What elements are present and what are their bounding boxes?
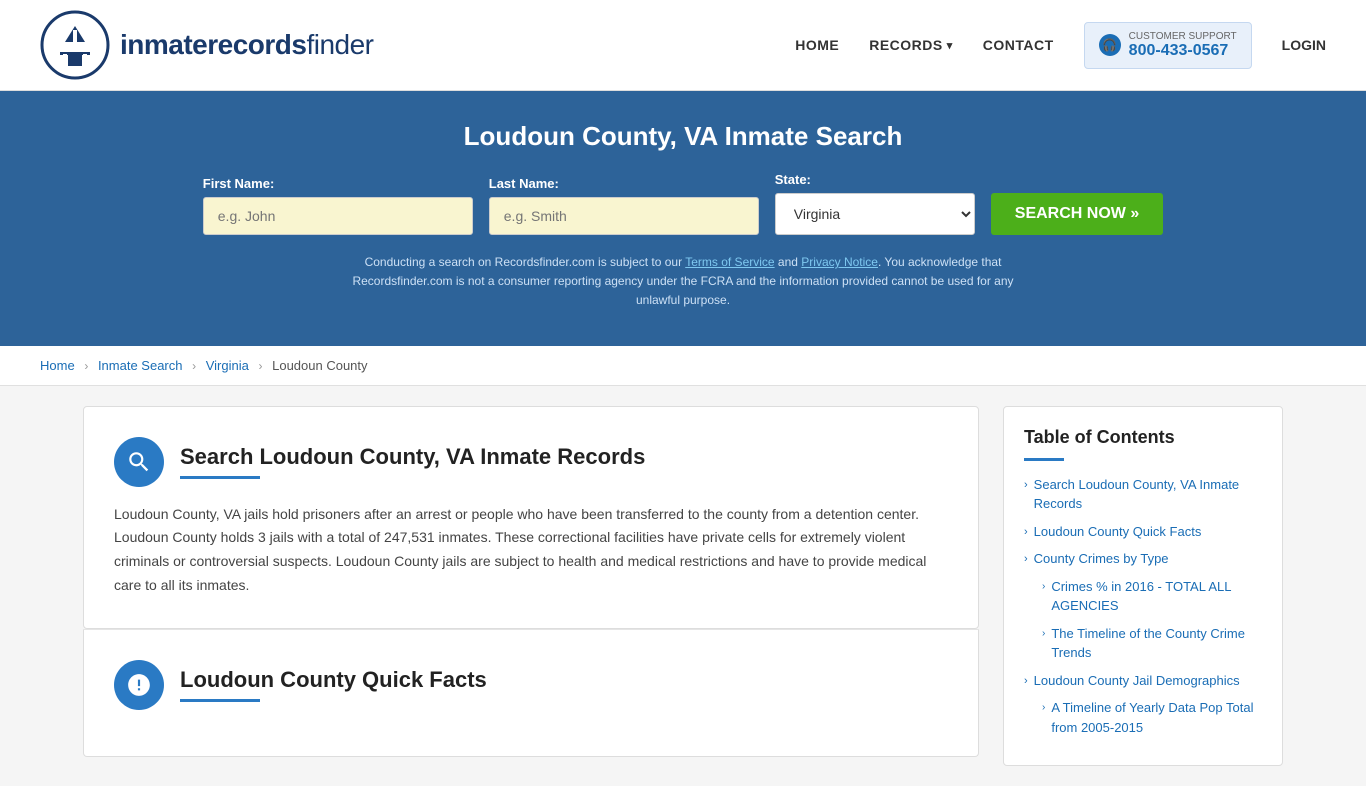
breadcrumb-current: Loudoun County <box>272 358 367 373</box>
toc-link-6[interactable]: › Loudoun County Jail Demographics <box>1024 671 1262 691</box>
hero-title: Loudoun County, VA Inmate Search <box>40 121 1326 152</box>
logo-icon <box>40 10 110 80</box>
support-info: CUSTOMER SUPPORT 800-433-0567 <box>1129 31 1237 60</box>
headset-icon: 🎧 <box>1099 34 1121 56</box>
hero-section: Loudoun County, VA Inmate Search First N… <box>0 91 1366 346</box>
quick-facts-card: Loudoun County Quick Facts <box>83 630 979 757</box>
toc-link-2[interactable]: › Loudoun County Quick Facts <box>1024 522 1262 542</box>
toc-title: Table of Contents <box>1024 427 1262 448</box>
last-name-label: Last Name: <box>489 176 759 191</box>
quick-facts-icon-circle <box>114 660 164 710</box>
toc-item-2: › Loudoun County Quick Facts <box>1024 522 1262 542</box>
state-group: State: Virginia Alabama Alaska Californi… <box>775 172 975 235</box>
toc-item-7: › A Timeline of Yearly Data Pop Total fr… <box>1042 698 1262 737</box>
records-chevron-icon: ▾ <box>947 39 953 52</box>
hero-disclaimer: Conducting a search on Recordsfinder.com… <box>333 253 1033 311</box>
search-icon-circle <box>114 437 164 487</box>
nav-login[interactable]: LOGIN <box>1282 37 1326 53</box>
chevron-icon-2: › <box>1024 524 1028 541</box>
breadcrumb-virginia[interactable]: Virginia <box>206 358 249 373</box>
toc-link-4[interactable]: › Crimes % in 2016 - TOTAL ALL AGENCIES <box>1042 577 1262 616</box>
toc-link-3-text: County Crimes by Type <box>1034 549 1169 569</box>
toc-divider <box>1024 458 1064 461</box>
toc-link-5[interactable]: › The Timeline of the County Crime Trend… <box>1042 624 1262 663</box>
toc-link-4-text: Crimes % in 2016 - TOTAL ALL AGENCIES <box>1051 577 1262 616</box>
search-icon <box>126 449 152 475</box>
quick-facts-underline <box>180 699 260 702</box>
chevron-icon-7: › <box>1042 700 1045 715</box>
search-form: First Name: Last Name: State: Virginia A… <box>40 172 1326 235</box>
chevron-icon-6: › <box>1024 673 1028 690</box>
logo-area: inmaterecordsfinder <box>40 10 374 80</box>
toc-card: Table of Contents › Search Loudoun Count… <box>1003 406 1283 767</box>
toc-link-2-text: Loudoun County Quick Facts <box>1034 522 1202 542</box>
main-wrapper: Search Loudoun County, VA Inmate Records… <box>43 406 1323 767</box>
toc-link-1-text: Search Loudoun County, VA Inmate Records <box>1034 475 1262 514</box>
site-header: inmaterecordsfinder HOME RECORDS ▾ CONTA… <box>0 0 1366 91</box>
chevron-icon-4: › <box>1042 579 1045 594</box>
breadcrumb-sep-2: › <box>192 359 196 373</box>
first-name-label: First Name: <box>203 176 473 191</box>
breadcrumb-inmate-search[interactable]: Inmate Search <box>98 358 183 373</box>
support-label: CUSTOMER SUPPORT <box>1129 31 1237 42</box>
toc-link-6-text: Loudoun County Jail Demographics <box>1034 671 1240 691</box>
tos-link[interactable]: Terms of Service <box>685 255 774 269</box>
toc-item-1: › Search Loudoun County, VA Inmate Recor… <box>1024 475 1262 514</box>
alert-icon <box>126 672 152 698</box>
main-nav: HOME RECORDS ▾ CONTACT 🎧 CUSTOMER SUPPOR… <box>795 22 1326 69</box>
breadcrumb: Home › Inmate Search › Virginia › Loudou… <box>0 346 1366 386</box>
nav-records[interactable]: RECORDS ▾ <box>869 37 953 53</box>
toc-link-1[interactable]: › Search Loudoun County, VA Inmate Recor… <box>1024 475 1262 514</box>
toc-item-5: › The Timeline of the County Crime Trend… <box>1042 624 1262 663</box>
quick-facts-title-area: Loudoun County Quick Facts <box>180 667 487 702</box>
toc-link-3[interactable]: › County Crimes by Type <box>1024 549 1262 569</box>
chevron-icon-3: › <box>1024 551 1028 568</box>
first-name-input[interactable] <box>203 197 473 235</box>
card-title-area: Search Loudoun County, VA Inmate Records <box>180 444 645 479</box>
last-name-group: Last Name: <box>489 176 759 235</box>
card-title-underline <box>180 476 260 479</box>
toc-sub-list-2: › A Timeline of Yearly Data Pop Total fr… <box>1042 698 1262 737</box>
breadcrumb-sep-1: › <box>84 359 88 373</box>
chevron-icon-1: › <box>1024 477 1028 494</box>
state-select[interactable]: Virginia Alabama Alaska California Flori… <box>775 193 975 235</box>
sidebar: Table of Contents › Search Loudoun Count… <box>1003 406 1283 767</box>
state-label: State: <box>775 172 975 187</box>
privacy-link[interactable]: Privacy Notice <box>801 255 878 269</box>
card-title: Search Loudoun County, VA Inmate Records <box>180 444 645 470</box>
toc-link-5-text: The Timeline of the County Crime Trends <box>1051 624 1262 663</box>
toc-item-4: › Crimes % in 2016 - TOTAL ALL AGENCIES <box>1042 577 1262 616</box>
content-area: Search Loudoun County, VA Inmate Records… <box>83 406 979 767</box>
nav-contact[interactable]: CONTACT <box>983 37 1054 53</box>
first-name-group: First Name: <box>203 176 473 235</box>
chevron-icon-5: › <box>1042 626 1045 641</box>
card-body: Loudoun County, VA jails hold prisoners … <box>114 503 948 598</box>
toc-item-6: › Loudoun County Jail Demographics <box>1024 671 1262 691</box>
toc-list: › Search Loudoun County, VA Inmate Recor… <box>1024 475 1262 738</box>
support-phone: 800-433-0567 <box>1129 42 1237 60</box>
quick-facts-header: Loudoun County Quick Facts <box>114 660 948 710</box>
search-button[interactable]: SEARCH NOW » <box>991 193 1163 235</box>
quick-facts-title: Loudoun County Quick Facts <box>180 667 487 693</box>
toc-sub-list: › Crimes % in 2016 - TOTAL ALL AGENCIES … <box>1042 577 1262 663</box>
breadcrumb-sep-3: › <box>258 359 262 373</box>
nav-home[interactable]: HOME <box>795 37 839 53</box>
toc-link-7-text: A Timeline of Yearly Data Pop Total from… <box>1051 698 1262 737</box>
toc-item-3: › County Crimes by Type <box>1024 549 1262 569</box>
main-content-card: Search Loudoun County, VA Inmate Records… <box>83 406 979 629</box>
last-name-input[interactable] <box>489 197 759 235</box>
customer-support-box: 🎧 CUSTOMER SUPPORT 800-433-0567 <box>1084 22 1252 69</box>
toc-link-7[interactable]: › A Timeline of Yearly Data Pop Total fr… <box>1042 698 1262 737</box>
logo-text: inmaterecordsfinder <box>120 29 374 61</box>
card-header: Search Loudoun County, VA Inmate Records <box>114 437 948 487</box>
breadcrumb-home[interactable]: Home <box>40 358 75 373</box>
